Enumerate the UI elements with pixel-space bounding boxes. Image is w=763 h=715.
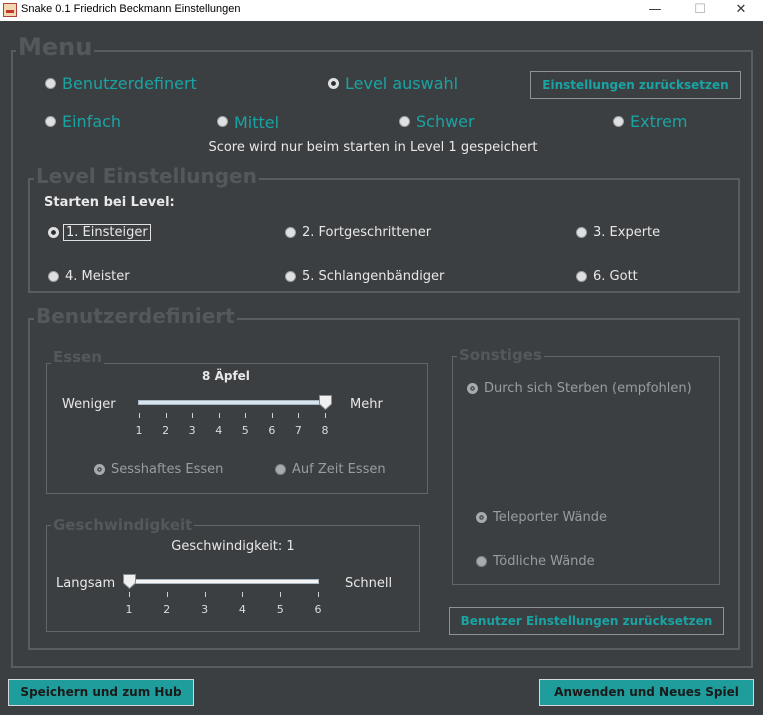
radio-level-3[interactable]: [576, 227, 587, 238]
essen-slider[interactable]: 1 2 3 4 5 6 7 8: [136, 395, 332, 442]
speed-tick: [318, 592, 319, 597]
essen-tick-label: 1: [135, 424, 143, 437]
label-level-4: 4. Meister: [65, 269, 130, 284]
label-level-6: 6. Gott: [593, 269, 638, 284]
radio-toedliche-waende[interactable]: [476, 556, 487, 567]
speed-tick-label: 2: [163, 603, 171, 616]
essen-tick-label: 5: [241, 424, 249, 437]
essen-tick: [245, 413, 247, 418]
window-title: Snake 0.1 Friedrich Beckmann Einstellung…: [21, 3, 241, 15]
level-settings-legend: Level Einstellungen: [34, 164, 259, 188]
radio-teleporter-waende[interactable]: [476, 512, 487, 523]
score-note: Score wird nur beim starten in Level 1 g…: [208, 140, 538, 155]
radio-durch-sich-sterben[interactable]: [467, 383, 478, 394]
save-and-hub-button[interactable]: Speichern und zum Hub: [8, 679, 194, 706]
essen-tick-label: 4: [215, 424, 223, 437]
essen-legend: Essen: [51, 348, 104, 366]
radio-level-auswahl[interactable]: [328, 78, 339, 89]
essen-tick: [271, 413, 273, 418]
essen-tick: [298, 413, 300, 418]
start-level-label: Starten bei Level:: [44, 195, 175, 210]
essen-tick: [165, 413, 167, 418]
label-level-1: 1. Einsteiger: [63, 224, 151, 241]
essen-value-label: 8 Äpfel: [202, 369, 250, 383]
menu-legend: Menu: [16, 33, 95, 61]
essen-tick-label: 8: [321, 424, 329, 437]
custom-settings-legend: Benutzerdefiniert: [34, 304, 237, 328]
label-schwer: Schwer: [416, 112, 475, 131]
speed-value-label: Geschwindigkeit: 1: [171, 539, 295, 554]
speed-slider[interactable]: 1 2 3 4 5 6: [122, 574, 322, 621]
title-bar: Snake 0.1 Friedrich Beckmann Einstellung…: [0, 0, 763, 21]
speed-tick: [204, 592, 206, 597]
radio-level-6[interactable]: [576, 271, 587, 282]
apply-new-game-button[interactable]: Anwenden und Neues Spiel: [539, 679, 754, 706]
essen-tick: [139, 413, 140, 418]
essen-tick: [192, 413, 194, 418]
speed-tick-label: 3: [201, 603, 209, 616]
speed-tick-label: 6: [314, 603, 322, 616]
radio-level-5[interactable]: [285, 271, 296, 282]
essen-slider-thumb[interactable]: [318, 395, 332, 411]
label-durch-sich-sterben: Durch sich Sterben (empfohlen): [484, 381, 692, 396]
reset-custom-settings-button[interactable]: Benutzer Einstellungen zurücksetzen: [449, 607, 724, 635]
sonstiges-legend: Sonstiges: [457, 346, 544, 364]
speed-tick-label: 5: [276, 603, 284, 616]
label-einfach: Einfach: [62, 112, 122, 131]
label-level-auswahl: Level auswahl: [345, 74, 459, 93]
speed-legend: Geschwindigkeit: [51, 516, 195, 534]
speed-langsam-label: Langsam: [56, 576, 116, 591]
radio-schwer[interactable]: [399, 116, 410, 127]
essen-slider-track: [138, 400, 326, 405]
reset-settings-button[interactable]: Einstellungen zurücksetzen: [530, 71, 741, 99]
essen-tick-label: 3: [188, 424, 196, 437]
speed-tick-label: 1: [125, 603, 133, 616]
speed-tick-label: 4: [238, 603, 246, 616]
radio-level-4[interactable]: [48, 271, 59, 282]
speed-tick: [166, 592, 168, 597]
speed-schnell-label: Schnell: [345, 576, 393, 591]
radio-extrem[interactable]: [613, 116, 624, 127]
essen-tick: [218, 413, 220, 418]
label-extrem: Extrem: [630, 112, 688, 131]
radio-level-2[interactable]: [285, 227, 296, 238]
label-toedliche-waende: Tödliche Wände: [493, 554, 595, 569]
label-mittel: Mittel: [234, 113, 280, 132]
speed-slider-track: [128, 579, 319, 584]
radio-mittel[interactable]: [217, 116, 228, 127]
radio-sesshaftes-essen[interactable]: [94, 464, 105, 475]
radio-auf-zeit-essen[interactable]: [275, 464, 286, 475]
essen-tick-label: 2: [162, 424, 170, 437]
speed-tick: [129, 592, 130, 597]
minimize-button[interactable]: —: [632, 0, 678, 21]
speed-tick: [280, 592, 282, 597]
label-level-2: 2. Fortgeschrittener: [302, 225, 432, 240]
essen-mehr-label: Mehr: [350, 397, 383, 412]
speed-tick: [242, 592, 244, 597]
radio-einfach[interactable]: [45, 116, 56, 127]
essen-tick-label: 7: [294, 424, 302, 437]
speed-slider-thumb[interactable]: [122, 574, 136, 590]
essen-weniger-label: Weniger: [62, 397, 116, 412]
close-button[interactable]: ✕: [718, 0, 763, 21]
java-app-icon: [3, 3, 17, 17]
label-teleporter-waende: Teleporter Wände: [493, 510, 607, 525]
label-sesshaftes-essen: Sesshaftes Essen: [111, 462, 224, 477]
maximize-button[interactable]: ☐: [677, 0, 723, 21]
label-level-3: 3. Experte: [593, 225, 661, 240]
radio-benutzerdefiniert[interactable]: [45, 78, 56, 89]
essen-tick-label: 6: [268, 424, 276, 437]
label-benutzerdefiniert: Benutzerdefinert: [62, 74, 197, 93]
label-level-5: 5. Schlangenbändiger: [302, 269, 445, 284]
essen-tick: [325, 413, 326, 418]
label-auf-zeit-essen: Auf Zeit Essen: [292, 462, 386, 477]
radio-level-1[interactable]: [48, 227, 59, 238]
